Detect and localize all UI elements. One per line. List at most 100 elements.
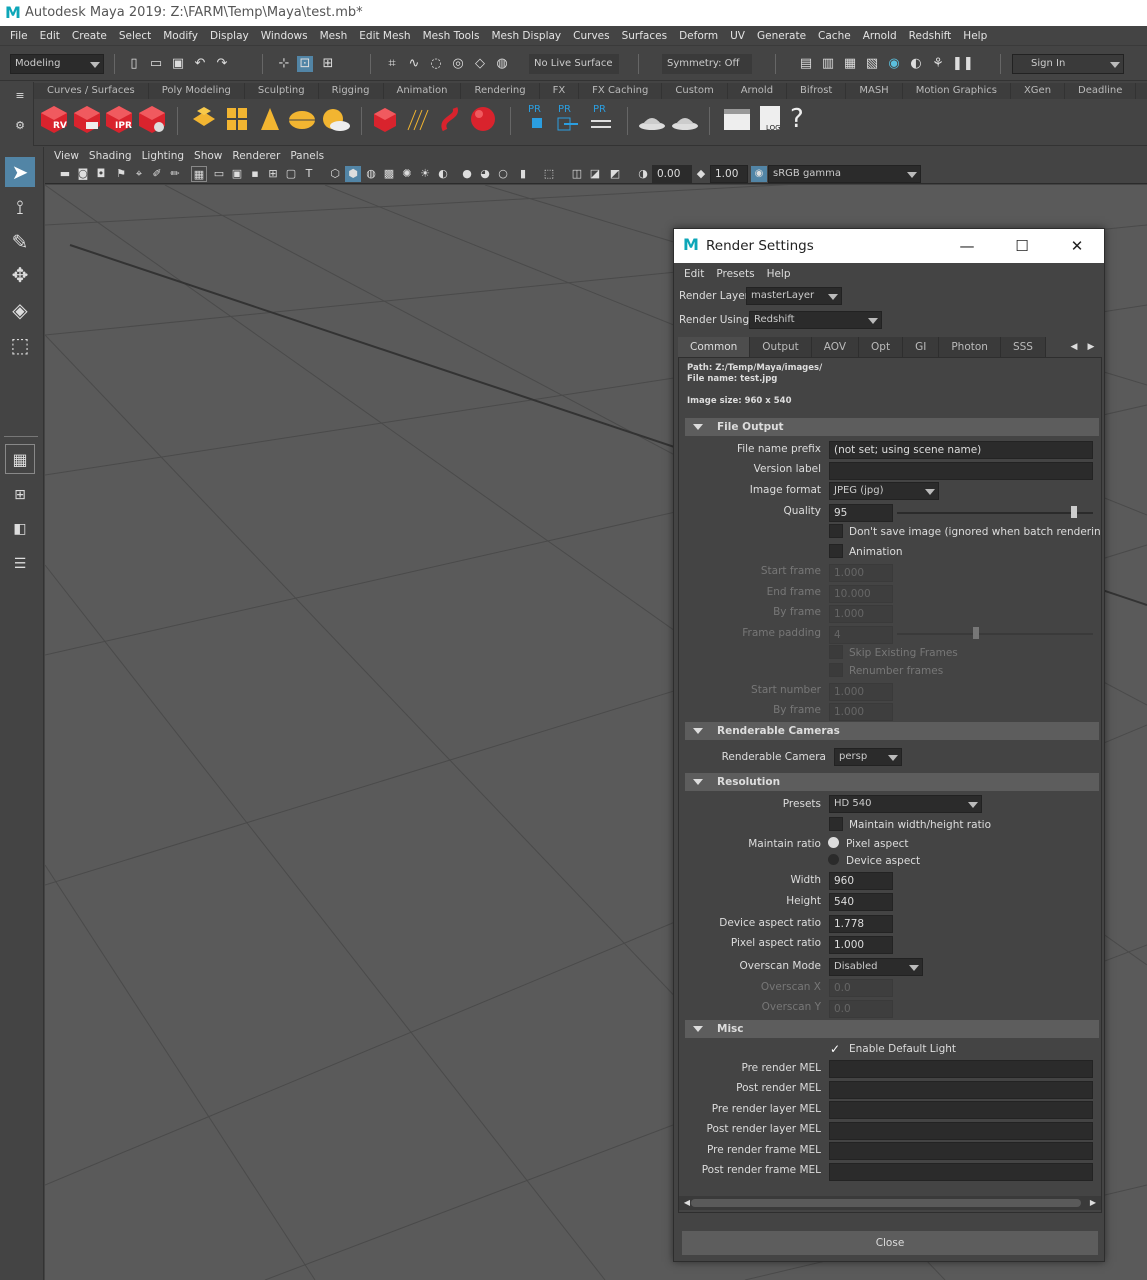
panel-menu-panels[interactable]: Panels [285, 148, 329, 164]
render-view-icon[interactable]: ◐ [908, 56, 924, 72]
open-scene-icon[interactable]: ▭ [148, 56, 164, 72]
save-scene-icon[interactable]: ▣ [170, 56, 186, 72]
menu-edit-mesh[interactable]: Edit Mesh [353, 30, 416, 42]
pause-icon[interactable]: ❚❚ [952, 56, 974, 72]
shelf-tab-curves[interactable]: Curves / Surfaces [34, 83, 149, 99]
resolution-header[interactable]: Resolution [685, 773, 1099, 791]
wireframe-on-shaded-icon[interactable]: ◍ [363, 166, 379, 182]
scrollbar-thumb[interactable] [691, 1199, 1081, 1207]
overscan-mode-select[interactable]: Disabled [829, 958, 923, 976]
redshift-sun-icon[interactable] [320, 104, 350, 134]
menu-create[interactable]: Create [66, 30, 113, 42]
snap-grid-icon[interactable]: ⌗ [384, 56, 400, 72]
rs-menu-help[interactable]: Help [761, 265, 797, 283]
quality-field[interactable]: 95 [829, 504, 893, 522]
grid-icon[interactable]: ▦ [191, 166, 207, 182]
isolate-select-icon[interactable]: ▮ [515, 166, 531, 182]
panel-menu-show[interactable]: Show [189, 148, 227, 164]
redshift-mesh-light-icon[interactable] [372, 104, 402, 134]
renderable-cameras-header[interactable]: Renderable Cameras [685, 722, 1099, 740]
shelf-tab-rendering[interactable]: Rendering [461, 83, 540, 99]
color-management-icon[interactable]: ◉ [751, 166, 767, 182]
panel-menu-lighting[interactable]: Lighting [137, 148, 189, 164]
redshift-sphere-icon[interactable] [469, 104, 499, 134]
animation-checkbox[interactable] [829, 544, 843, 558]
redshift-rv-icon[interactable]: RV [39, 104, 69, 134]
version-label-field[interactable] [829, 462, 1093, 480]
paint-select-tool-icon[interactable]: ✎ [5, 227, 35, 257]
panel-menu-shading[interactable]: Shading [84, 148, 137, 164]
pr-swap-icon[interactable]: PR [587, 104, 617, 134]
rs-menu-edit[interactable]: Edit [678, 265, 710, 283]
menu-windows[interactable]: Windows [255, 30, 314, 42]
pr-cube-icon[interactable]: PR [524, 104, 554, 134]
pre-render-mel-field[interactable] [829, 1060, 1093, 1078]
four-view-layout-icon[interactable]: ⊞ [5, 480, 35, 510]
start-number-field[interactable]: 1.000 [829, 683, 893, 701]
menu-deform[interactable]: Deform [673, 30, 724, 42]
script-editor-icon[interactable] [722, 104, 752, 134]
start-frame-field[interactable]: 1.000 [829, 564, 893, 582]
rotate-tool-icon[interactable]: ◈ [5, 295, 35, 325]
bake-icon[interactable] [637, 104, 667, 134]
tab-aov[interactable]: AOV [811, 337, 860, 357]
bake-options-icon[interactable] [670, 104, 700, 134]
shelf-tab-fx-caching[interactable]: FX Caching [579, 83, 663, 99]
redshift-settings-icon[interactable] [137, 104, 167, 134]
render-using-select[interactable]: Redshift [749, 311, 882, 329]
scale-tool-icon[interactable]: ⬚ [5, 330, 35, 360]
depth-of-field-icon[interactable]: ○ [495, 166, 511, 182]
misc-header[interactable]: Misc [685, 1020, 1099, 1038]
file-output-header[interactable]: File Output [685, 418, 1099, 436]
height-field[interactable]: 540 [829, 893, 893, 911]
close-icon[interactable]: ✕ [1054, 229, 1100, 263]
frame-padding-field[interactable]: 4 [829, 626, 893, 644]
select-tool-icon[interactable]: ➤ [5, 157, 35, 187]
render-frame-icon[interactable]: ▤ [798, 56, 814, 72]
sign-in-button[interactable]: Sign In [1012, 54, 1124, 74]
redo-icon[interactable]: ↷ [214, 56, 230, 72]
menu-uv[interactable]: UV [724, 30, 751, 42]
redshift-spotlight-icon[interactable] [255, 104, 285, 134]
menu-display[interactable]: Display [204, 30, 255, 42]
menu-curves[interactable]: Curves [567, 30, 615, 42]
tab-gi[interactable]: GI [903, 337, 940, 357]
camera-attributes-icon[interactable]: ◙ [75, 166, 91, 182]
move-tool-icon[interactable]: ✥ [5, 260, 35, 290]
menu-help[interactable]: Help [957, 30, 993, 42]
menu-select[interactable]: Select [113, 30, 157, 42]
render-settings-titlebar[interactable]: M Render Settings — ☐ ✕ [674, 229, 1104, 263]
exposure-field[interactable]: 0.00 [652, 165, 692, 183]
xray-components-icon[interactable]: ◪ [587, 166, 603, 182]
exposure-icon[interactable]: ◑ [635, 166, 651, 182]
live-surface-field[interactable]: No Live Surface [529, 54, 619, 74]
pre-render-frame-mel-field[interactable] [829, 1142, 1093, 1160]
undo-icon[interactable]: ↶ [192, 56, 208, 72]
redshift-hair-icon[interactable] [404, 104, 434, 134]
anti-aliasing-icon[interactable]: ◕ [477, 166, 493, 182]
post-render-frame-mel-field[interactable] [829, 1163, 1093, 1181]
shelf-tab-bifrost[interactable]: Bifrost [787, 83, 847, 99]
select-component-icon[interactable]: ⊞ [320, 56, 336, 72]
select-hierarchy-icon[interactable]: ⊹ [276, 56, 292, 72]
pixel-aspect-radio[interactable] [828, 837, 839, 848]
scroll-right-icon[interactable]: ▶ [1085, 1195, 1101, 1211]
post-render-mel-field[interactable] [829, 1081, 1093, 1099]
overscan-y-field[interactable]: 0.0 [829, 1000, 893, 1018]
pixel-aspect-ratio-field[interactable]: 1.000 [829, 936, 893, 954]
mode-select[interactable]: Modeling [10, 54, 104, 74]
snap-curve-icon[interactable]: ∿ [406, 56, 422, 72]
tab-output[interactable]: Output [750, 337, 812, 357]
gamma-icon[interactable]: ◆ [693, 166, 709, 182]
redshift-proxy-icon[interactable] [189, 104, 219, 134]
log-icon[interactable]: LOG [756, 104, 786, 134]
render-settings-icon[interactable]: ▧ [864, 56, 880, 72]
snap-point-icon[interactable]: ◌ [428, 56, 444, 72]
shelf-tab-deadline[interactable]: Deadline [1065, 83, 1137, 99]
snap-view-icon[interactable]: ◎ [450, 56, 466, 72]
menu-file[interactable]: File [4, 30, 34, 42]
horizontal-scrollbar[interactable]: ◀ ▶ [679, 1196, 1101, 1210]
shelf-tab-xgen[interactable]: XGen [1011, 83, 1066, 99]
redshift-tool-icon[interactable]: ⚘ [930, 56, 946, 72]
shelf-tab-mash[interactable]: MASH [846, 83, 903, 99]
